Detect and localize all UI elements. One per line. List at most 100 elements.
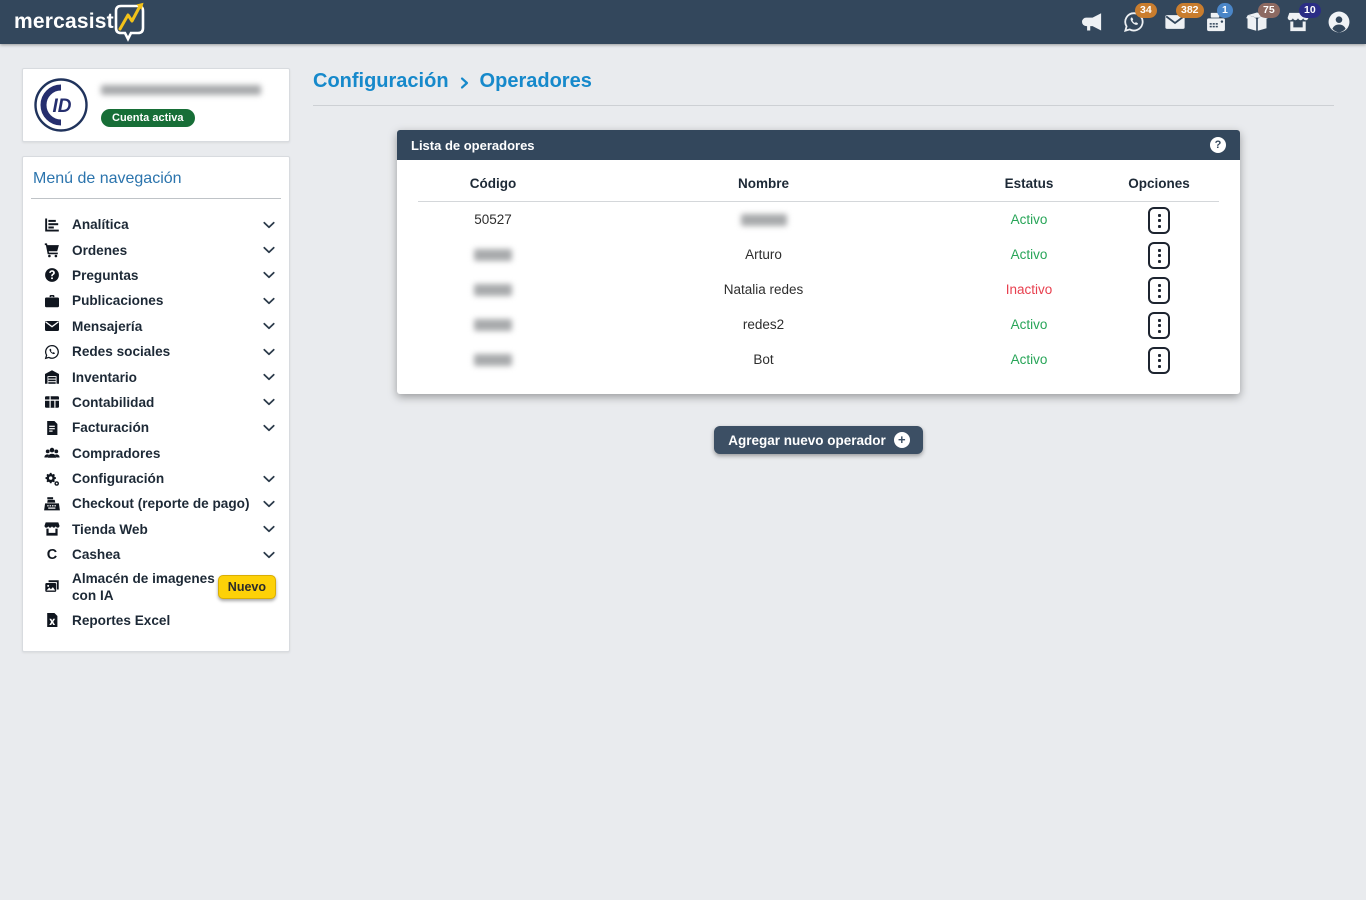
breadcrumb-configuracion[interactable]: Configuración (313, 70, 449, 93)
sidebar-item-configuracion[interactable]: Configuración (23, 466, 289, 491)
breadcrumb-operadores[interactable]: Operadores (480, 70, 592, 93)
chevron-down-icon (262, 243, 276, 257)
account-name-redacted (101, 85, 261, 95)
sidebar-item-facturacion[interactable]: Facturación (23, 415, 289, 440)
panel-title: Lista de operadores (411, 138, 535, 153)
question-icon (43, 267, 61, 283)
column-header-nombre: Nombre (568, 176, 959, 191)
kebab-icon (1158, 214, 1161, 228)
sidebar-item-label: Redes sociales (72, 343, 170, 360)
table-row: 50527Activo (418, 202, 1219, 237)
sidebar-item-checkout-reporte-de-pago[interactable]: Checkout (reporte de pago) (23, 491, 289, 516)
cell-nombre: redes2 (568, 317, 959, 332)
logo-chart-bubble-icon (110, 0, 150, 42)
sidebar-item-redes-sociales[interactable]: Redes sociales (23, 339, 289, 364)
operators-panel: Lista de operadores ? Código Nombre Esta… (397, 130, 1240, 394)
cell-estatus: Activo (959, 247, 1099, 262)
sidebar-item-inventario[interactable]: Inventario (23, 364, 289, 389)
column-header-opciones: Opciones (1099, 176, 1219, 191)
fax-icon[interactable]: 1 (1205, 11, 1227, 33)
sidebar-item-cashea[interactable]: CCashea (23, 542, 289, 567)
notification-badge: 10 (1299, 3, 1321, 18)
briefcase-icon (43, 293, 61, 309)
megaphone-icon[interactable] (1082, 11, 1104, 33)
row-options-button[interactable] (1148, 242, 1170, 269)
sidebar-item-compradores[interactable]: Compradores (23, 441, 289, 466)
kebab-icon (1158, 354, 1161, 368)
cell-estatus: Activo (959, 352, 1099, 367)
content-divider (313, 105, 1334, 106)
notification-badge: 1 (1217, 3, 1233, 18)
sidebar-item-publicaciones[interactable]: Publicaciones (23, 288, 289, 313)
column-header-estatus: Estatus (959, 176, 1099, 191)
warehouse-icon (43, 369, 61, 385)
box-open-icon[interactable]: 75 (1246, 11, 1268, 33)
chevron-down-icon (262, 497, 276, 511)
cell-opciones (1099, 275, 1219, 305)
sidebar-item-preguntas[interactable]: Preguntas (23, 263, 289, 288)
kebab-icon (1158, 319, 1161, 333)
add-operator-button[interactable]: Agregar nuevo operador + (714, 426, 923, 454)
mail-icon[interactable]: 382 (1164, 11, 1186, 33)
breadcrumb: Configuración Operadores (313, 70, 1334, 93)
sidebar-item-contabilidad[interactable]: Contabilidad (23, 390, 289, 415)
table-row: redes2Activo (418, 307, 1219, 342)
cell-nombre: Natalia redes (568, 282, 959, 297)
sidebar-item-label: Preguntas (72, 267, 138, 284)
notification-badge: 382 (1176, 3, 1204, 18)
chevron-down-icon (262, 472, 276, 486)
cell-codigo (418, 352, 568, 367)
chevron-down-icon (262, 548, 276, 562)
nav-menu: Analítica Ordenes Preguntas Publicaciones Me… (23, 212, 289, 633)
sidebar: ID Cuenta activa Menú de navegación Anal… (22, 44, 290, 652)
sidebar-item-ordenes[interactable]: Ordenes (23, 237, 289, 262)
nav-title: Menú de navegación (33, 170, 275, 188)
row-options-button[interactable] (1148, 277, 1170, 304)
nav-panel: Menú de navegación Analítica Ordenes Pregu… (22, 156, 290, 652)
sidebar-item-tienda-web[interactable]: Tienda Web (23, 517, 289, 542)
storefront-icon (43, 521, 61, 537)
sidebar-item-analitica[interactable]: Analítica (23, 212, 289, 237)
table-row: Natalia redesInactivo (418, 272, 1219, 307)
row-options-button[interactable] (1148, 207, 1170, 234)
actions-row: Agregar nuevo operador + (397, 426, 1240, 454)
table-row: BotActivo (418, 342, 1219, 377)
invoice-icon (43, 420, 61, 436)
mercasist-logo[interactable]: mercasist (14, 2, 150, 42)
sidebar-item-label: Analítica (72, 216, 129, 233)
store-icon[interactable]: 10 (1287, 11, 1309, 33)
cell-nombre: Bot (568, 352, 959, 367)
sidebar-item-almacen-de-imagenes-con-ia[interactable]: Almacén de imagenes con IANuevo (23, 567, 289, 607)
row-options-button[interactable] (1148, 312, 1170, 339)
sidebar-item-mensajeria[interactable]: Mensajería (23, 314, 289, 339)
sidebar-item-label: Tienda Web (72, 521, 148, 538)
chevron-down-icon (262, 294, 276, 308)
gears-icon (43, 471, 61, 487)
main-content: Configuración Operadores Lista de operad… (290, 44, 1366, 454)
cell-codigo (418, 317, 568, 332)
redacted-text (741, 214, 787, 226)
cell-opciones (1099, 205, 1219, 235)
whatsapp-icon[interactable]: 34 (1123, 11, 1145, 33)
user-avatar-icon[interactable] (1328, 11, 1350, 33)
sidebar-item-label: Facturación (72, 419, 149, 436)
redacted-text (474, 284, 512, 296)
row-options-button[interactable] (1148, 347, 1170, 374)
sidebar-item-label: Mensajería (72, 318, 142, 335)
cell-estatus: Inactivo (959, 282, 1099, 297)
svg-text:ID: ID (53, 96, 72, 117)
chevron-down-icon (262, 421, 276, 435)
table-icon (43, 394, 61, 410)
excel-icon (43, 612, 61, 628)
panel-body: Código Nombre Estatus Opciones 50527Acti… (397, 160, 1240, 394)
images-icon (43, 579, 61, 595)
sidebar-item-reportes-excel[interactable]: Reportes Excel (23, 607, 289, 632)
logo-text: mercasist (14, 10, 114, 34)
sidebar-item-label: Compradores (72, 445, 160, 462)
add-operator-label: Agregar nuevo operador (728, 433, 886, 448)
sidebar-item-label: Inventario (72, 369, 137, 386)
topbar: mercasist 3438217510 (0, 0, 1366, 44)
help-icon[interactable]: ? (1210, 137, 1226, 153)
cell-opciones (1099, 310, 1219, 340)
notification-badge: 34 (1135, 3, 1157, 18)
